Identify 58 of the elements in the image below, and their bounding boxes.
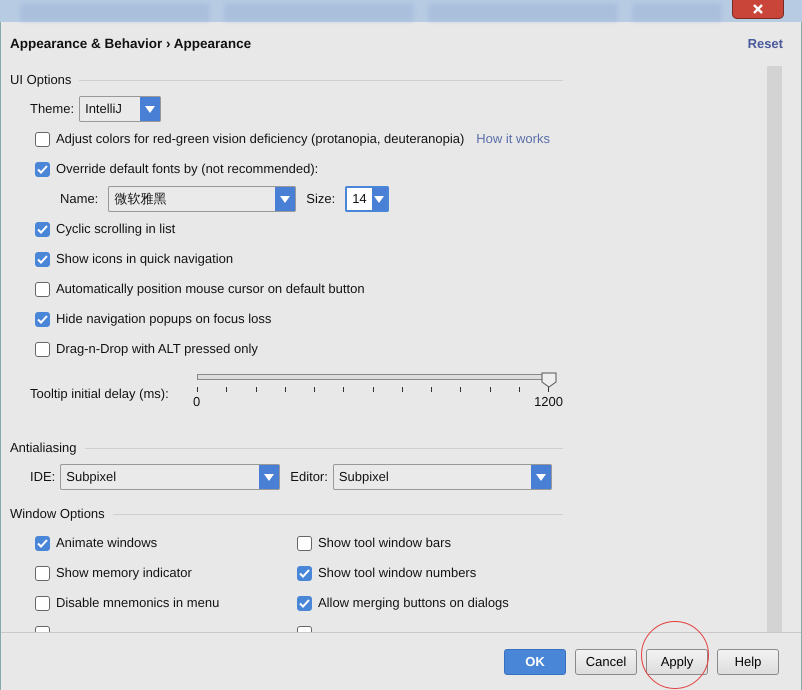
checkbox-label: Adjust colors for red-green vision deficiency (protanopia, deuteranopia) <box>56 130 464 148</box>
tick-label: 0 <box>193 393 200 411</box>
dialog-button[interactable]: OK <box>504 648 566 674</box>
checkbox-label: Show memory indicator <box>56 564 192 582</box>
checkbox[interactable] <box>35 566 50 580</box>
field-label: Name: <box>60 190 98 208</box>
dialog-button[interactable]: Cancel <box>575 648 637 674</box>
checkbox[interactable] <box>35 312 50 326</box>
dropdown[interactable]: 微软雅黑 <box>108 186 296 212</box>
checkbox-label: Automatically position mouse cursor on default button <box>56 280 365 298</box>
field-label: Size: <box>306 190 336 208</box>
checkbox[interactable] <box>297 566 312 580</box>
annotation-circle <box>641 621 709 689</box>
dropdown[interactable]: IntelliJ <box>79 96 162 122</box>
field-label: Theme: <box>30 100 74 118</box>
checkbox-label: Cyclic scrolling in list <box>56 220 176 238</box>
checkbox[interactable] <box>35 162 50 176</box>
dropdown-arrow-icon <box>280 196 290 202</box>
checkbox-label: Show icons in quick navigation <box>56 250 234 268</box>
checkbox-label: Disable mnemonics in menu <box>56 594 220 612</box>
section-title: UI Options <box>10 71 72 90</box>
checkbox[interactable] <box>35 596 50 610</box>
field-label: IDE: <box>30 468 56 486</box>
checkbox-label: Show tool window bars <box>318 534 451 552</box>
field-label: Editor: <box>290 468 328 486</box>
section-title: Antialiasing <box>10 439 76 458</box>
checkbox-label: Show tool window numbers <box>318 564 476 582</box>
help-link[interactable]: How it works <box>476 129 550 149</box>
dropdown[interactable]: Subpixel <box>60 464 280 490</box>
checkbox[interactable] <box>297 536 312 550</box>
dropdown-arrow-icon <box>145 106 156 112</box>
dialog-button[interactable]: Apply <box>646 648 708 674</box>
reset-link[interactable]: Reset <box>748 34 783 54</box>
checkbox[interactable] <box>297 596 312 610</box>
dropdown-arrow-icon <box>374 196 384 202</box>
checkbox[interactable] <box>35 222 50 236</box>
checkbox-label: Allow merging buttons on dialogs <box>318 594 509 612</box>
close-icon <box>752 3 764 15</box>
dropdown-arrow-icon <box>264 474 274 480</box>
tick-label: 1200 <box>534 393 563 411</box>
dropdown[interactable]: 14 <box>345 186 390 212</box>
checkbox[interactable] <box>35 536 50 550</box>
close-button[interactable] <box>732 0 784 19</box>
dropdown[interactable]: Subpixel <box>332 464 552 490</box>
checkbox-label: Override default fonts by (not recommended): <box>56 160 318 178</box>
checkbox[interactable] <box>35 132 50 146</box>
checkbox-label: Hide navigation popups on focus loss <box>56 310 272 328</box>
scrollbar[interactable] <box>767 66 782 632</box>
checkbox[interactable] <box>35 252 50 266</box>
dropdown-arrow-icon <box>536 474 546 480</box>
checkbox-label: Animate windows <box>56 534 158 552</box>
checkbox-label: Drag-n-Drop with ALT pressed only <box>56 340 258 358</box>
slider-label: Tooltip initial delay (ms): <box>30 385 170 403</box>
checkbox[interactable] <box>35 342 50 356</box>
section-title: Window Options <box>10 505 105 524</box>
breadcrumb: Appearance & Behavior › Appearance <box>10 34 252 53</box>
dialog-button[interactable]: Help <box>717 648 779 674</box>
checkbox[interactable] <box>35 282 50 296</box>
